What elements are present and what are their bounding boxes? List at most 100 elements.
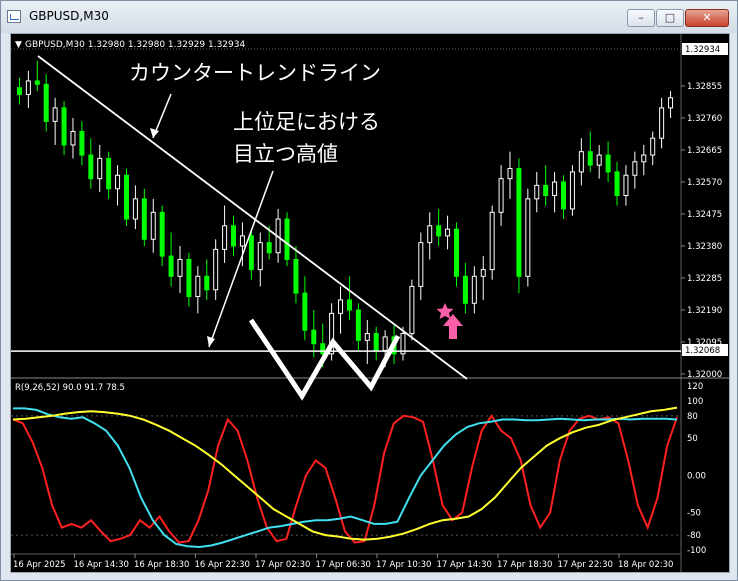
minimize-button[interactable]: – — [627, 9, 655, 27]
candle-body — [25, 80, 31, 95]
terminal-window: GBPUSD,M30 – □ ✕ ▼ GBPUSD,M30 1.32980 1.… — [0, 0, 738, 581]
time-label: 16 Apr 22:30 — [195, 560, 250, 570]
time-label: 17 Apr 06:30 — [316, 560, 371, 570]
candle-body — [355, 309, 361, 341]
candle-body — [543, 184, 549, 196]
candle-body — [132, 198, 138, 220]
candle-body — [605, 154, 611, 173]
trendline-label-arrowhead — [150, 128, 159, 138]
candle-body — [16, 87, 22, 95]
candle-body — [516, 168, 522, 277]
price-chart[interactable]: ▼ GBPUSD,M30 1.32980 1.32980 1.32929 1.3… — [11, 34, 729, 572]
high-annotation-line1: 上位足における — [233, 110, 380, 134]
candle-body — [231, 225, 237, 247]
indicator-scale-label: 120 — [687, 382, 703, 392]
candle-body — [123, 174, 129, 220]
counter-trendline[interactable] — [37, 55, 468, 380]
candle-body — [213, 248, 219, 291]
candle-body — [453, 228, 459, 277]
candle-body — [284, 218, 290, 260]
indicator-line-fast — [12, 413, 678, 544]
indicator-scale-label: 0.00 — [687, 471, 706, 481]
candle-body — [409, 285, 415, 335]
candle-body — [311, 329, 317, 345]
candle-body — [186, 258, 192, 298]
candle-body — [97, 157, 103, 180]
high-annotation-line2: 目立つ高値 — [233, 142, 338, 166]
candle-body — [106, 157, 112, 190]
candle-body — [373, 333, 379, 351]
candle-body — [569, 171, 575, 210]
time-label: 16 Apr 18:30 — [134, 560, 189, 570]
candle-body — [177, 258, 183, 277]
time-label: 17 Apr 02:30 — [255, 560, 310, 570]
candle-body — [382, 336, 388, 351]
candle-body — [614, 171, 620, 196]
price-label: 1.32570 — [687, 178, 722, 188]
price-label: 1.32000 — [687, 370, 722, 380]
candle-body — [204, 275, 210, 291]
indicator-scale-label: -80 — [687, 531, 701, 541]
candle-body — [43, 83, 49, 122]
price-label: 1.32190 — [687, 306, 722, 316]
candle-body — [641, 154, 647, 163]
indicator-lines — [12, 406, 678, 549]
time-label: 16 Apr 2025 — [13, 560, 66, 570]
candle-body — [195, 275, 201, 298]
indicator-scale-label: 50 — [687, 434, 698, 444]
trendline-annotation: カウンタートレンドライン — [129, 61, 381, 85]
candle-body — [623, 174, 629, 196]
candle-body — [462, 275, 468, 304]
candle-body — [418, 242, 424, 287]
candle-body — [61, 107, 67, 146]
candle-body — [578, 151, 584, 173]
close-button[interactable]: ✕ — [685, 9, 729, 27]
candles-layer — [16, 60, 674, 368]
candle-body — [70, 130, 76, 146]
candle-body — [427, 225, 433, 244]
candle-body — [480, 269, 486, 277]
candle-body — [79, 130, 85, 156]
candle-body — [668, 97, 674, 109]
candle-body — [659, 107, 665, 139]
time-label: 17 Apr 22:30 — [558, 560, 613, 570]
candle-body — [587, 151, 593, 166]
candle-body — [150, 211, 156, 240]
time-label: 17 Apr 10:30 — [376, 560, 431, 570]
candle-body — [507, 168, 513, 180]
indicator-scale-label: 80 — [687, 412, 698, 422]
candle-body — [320, 343, 326, 355]
indicator-scale-label: -50 — [687, 509, 701, 519]
candle-body — [266, 242, 272, 254]
candle-body — [338, 299, 344, 314]
title-bar[interactable]: GBPUSD,M30 – □ ✕ — [1, 1, 737, 33]
price-label: 1.32380 — [687, 242, 722, 252]
high-label-arrowhead — [207, 336, 215, 347]
candle-body — [650, 137, 656, 156]
indicator-header: R(9,26,52) 90.0 91.7 78.5 — [15, 383, 125, 393]
candle-body — [248, 235, 254, 271]
chart-area[interactable]: ▼ GBPUSD,M30 1.32980 1.32980 1.32929 1.3… — [10, 33, 730, 573]
candle-body — [534, 184, 540, 200]
candle-body — [445, 228, 451, 237]
indicator-scale-label: 100 — [687, 397, 703, 407]
price-label: 1.32475 — [687, 210, 722, 220]
candle-body — [632, 161, 638, 176]
price-label: 1.32665 — [687, 146, 722, 156]
candle-body — [257, 242, 263, 271]
current-price-label: 1.32934 — [685, 45, 720, 55]
candle-body — [489, 211, 495, 271]
maximize-button[interactable]: □ — [656, 9, 684, 27]
price-label: 1.32760 — [687, 114, 722, 124]
indicator-line-mid — [13, 407, 678, 549]
candle-body — [302, 292, 308, 331]
candle-body — [525, 198, 531, 277]
candle-body — [222, 225, 228, 250]
indicator-scale-label: -100 — [687, 546, 706, 556]
candle-body — [239, 235, 245, 247]
high-label-pointer — [208, 170, 274, 348]
time-axis: 16 Apr 2025 16 Apr 14:30 16 Apr 18:30 16 Ap… — [13, 554, 673, 570]
candle-body — [364, 333, 370, 341]
time-label: 17 Apr 14:30 — [437, 560, 492, 570]
horizontal-line-price-label: 1.32068 — [685, 346, 720, 356]
